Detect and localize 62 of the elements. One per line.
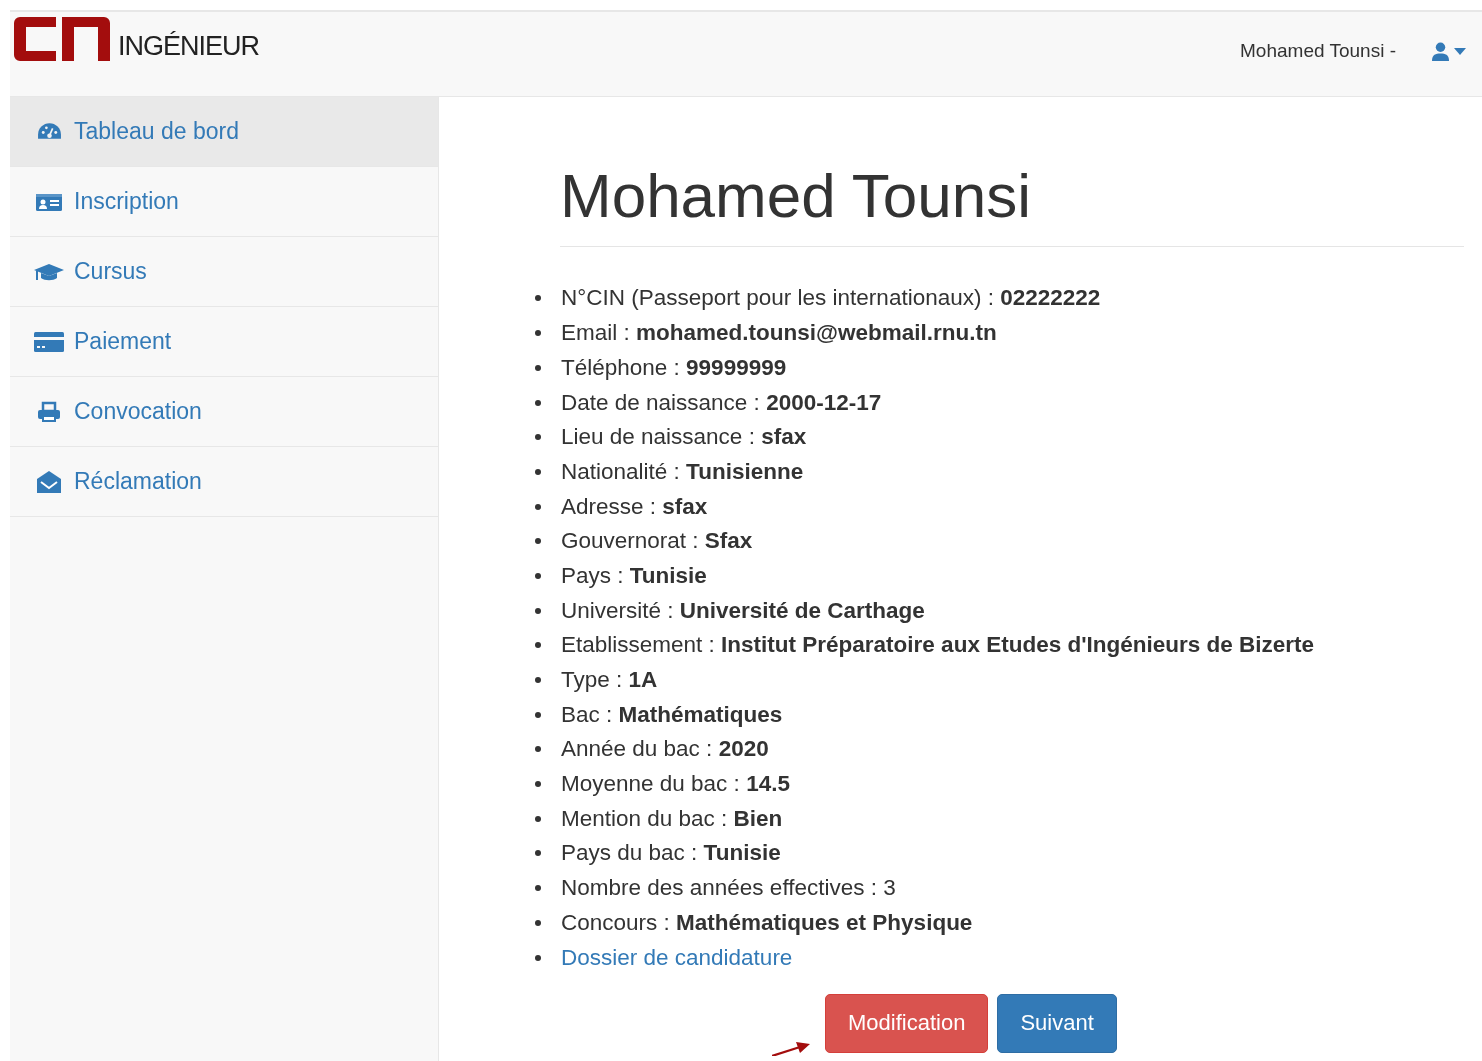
detail-text: Pays : Tunisie xyxy=(561,562,707,589)
sidebar-item[interactable]: Cursus xyxy=(10,237,438,307)
bullet xyxy=(535,954,541,961)
detail-text: Mention du bac : Bien xyxy=(561,805,783,832)
detail-text: Etablissement : Institut Préparatoire aux Etudes d'Ingénieurs de Bizerte xyxy=(561,632,1315,659)
next-button[interactable]: Suivant xyxy=(997,993,1117,1053)
bullet xyxy=(535,815,541,822)
detail-text: Pays du bac : Tunisie xyxy=(561,840,781,867)
bullet xyxy=(535,468,541,475)
detail-text: N°CIN (Passeport pour les internationaux) : 02222222 xyxy=(561,285,1101,312)
bullet xyxy=(535,746,541,753)
detail-text: Téléphone : 99999999 xyxy=(561,354,787,381)
bullet xyxy=(535,850,541,857)
bullet xyxy=(535,503,541,510)
bullet xyxy=(535,607,541,614)
bullet xyxy=(535,919,541,926)
detail-text: Bac : Mathématiques xyxy=(561,701,783,728)
brand-name: INGÉNIEUR xyxy=(118,33,260,61)
bullet xyxy=(535,781,541,788)
bullet xyxy=(535,572,541,579)
detail-text: Type : 1A xyxy=(561,667,658,693)
user-icon xyxy=(1432,41,1449,61)
bullet xyxy=(535,642,541,649)
detail-text: Email : mohamed.tounsi@webmail.rnu.tn xyxy=(561,320,997,347)
bullet xyxy=(535,364,541,371)
bullet xyxy=(535,295,541,302)
detail-text: Date de naissance : 2000-12-17 xyxy=(561,389,882,416)
bullet xyxy=(535,538,541,545)
detail-text: Lieu de naissance : sfax xyxy=(561,424,807,451)
envelope-icon xyxy=(36,469,62,494)
bullet xyxy=(535,399,541,406)
modify-button[interactable]: Modification xyxy=(825,993,989,1053)
arrow-annotation xyxy=(772,1042,810,1056)
bullet xyxy=(535,434,541,441)
detail-text: Université : Université de Carthage xyxy=(561,597,925,624)
bullet xyxy=(535,711,541,718)
bullet xyxy=(535,330,541,337)
bullet xyxy=(535,885,541,892)
sidebar-item[interactable]: Tableau de bord xyxy=(10,97,438,167)
detail-text: Gouvernorat : Sfax xyxy=(561,528,753,555)
user-menu-button[interactable] xyxy=(1432,41,1466,61)
detail-text: Adresse : sfax xyxy=(561,493,708,520)
id-card-icon xyxy=(35,191,63,212)
detail-text: Année du bac : 2020 xyxy=(561,736,769,763)
detail-text: Concours : Mathématiques et Physique xyxy=(561,909,973,936)
profile-title: Mohamed Tounsi xyxy=(560,163,1464,248)
sidebar-item[interactable]: Paiement xyxy=(10,307,438,377)
sidebar-item[interactable]: Réclamation xyxy=(10,447,438,517)
detail-text: Nationalité : Tunisienne xyxy=(561,458,804,485)
credit-card-icon xyxy=(33,330,65,353)
gauge-icon xyxy=(36,121,62,142)
detail-text: Nombre des années effectives : 3 xyxy=(561,875,896,902)
user-name: Mohamed Tounsi - xyxy=(1240,40,1396,62)
logo-icon xyxy=(14,17,110,61)
printer-icon xyxy=(37,400,61,423)
graduation-cap-icon xyxy=(33,261,65,282)
sidebar-item[interactable]: Convocation xyxy=(10,377,438,447)
candidature-link[interactable]: Dossier de candidature xyxy=(561,944,793,971)
bullet xyxy=(535,677,541,683)
sidebar-item[interactable]: Inscription xyxy=(10,167,438,237)
detail-text: Moyenne du bac : 14.5 xyxy=(561,771,790,798)
caret-icon xyxy=(1454,47,1466,55)
